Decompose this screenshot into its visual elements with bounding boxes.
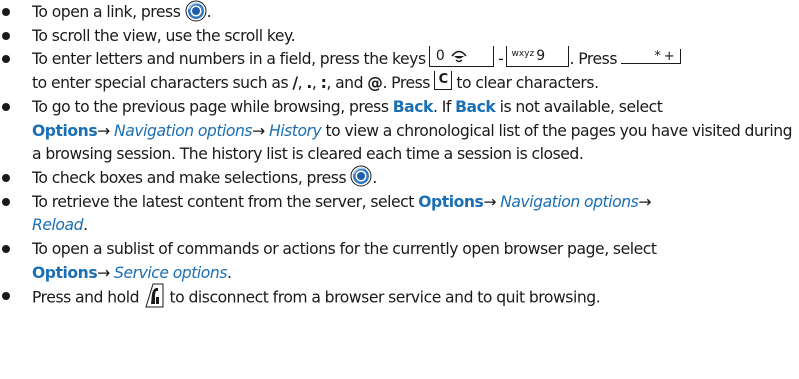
key-star: * + xyxy=(621,49,682,65)
key-zero-symbol-icon xyxy=(450,49,468,63)
item-text: To enter letters and numbers in a field,… xyxy=(32,50,426,69)
list-item: To retrieve the latest content from the … xyxy=(0,191,795,238)
navi-key-press-icon xyxy=(185,0,207,22)
command-back: Back xyxy=(392,97,434,116)
command-back: Back xyxy=(455,97,496,116)
bullet xyxy=(2,102,10,111)
command-options: Options xyxy=(418,192,484,211)
key-nine: wxyz 9 xyxy=(507,46,570,68)
list-item: To open a sublist of commands or actions… xyxy=(0,238,795,285)
option-service: Service options xyxy=(114,263,227,282)
bullet xyxy=(2,245,10,254)
instruction-list: To open a link, press . To scroll the vi… xyxy=(0,0,795,311)
key-zero: 0 xyxy=(429,46,494,68)
page: To open a link, press . To scroll the vi… xyxy=(0,0,799,379)
list-item: To enter letters and numbers in a field,… xyxy=(0,46,795,95)
list-item: To open a link, press . xyxy=(0,0,795,25)
command-options: Options xyxy=(32,263,98,282)
item-text: To scroll the view, use the scroll key. xyxy=(32,26,296,45)
option-history: History xyxy=(268,121,322,140)
end-key-icon xyxy=(143,282,165,308)
option-reload: Reload xyxy=(32,216,84,235)
bullet xyxy=(2,55,10,64)
option-navigation: Navigation options xyxy=(500,192,639,211)
list-item: Press and hold to disconnect from a brow… xyxy=(0,282,795,311)
list-item: To check boxes and make selections, pres… xyxy=(0,165,795,191)
navi-key-press-icon xyxy=(350,165,372,187)
bullet xyxy=(2,197,10,206)
key-clear: C xyxy=(434,71,453,91)
bullet xyxy=(2,8,10,16)
command-options: Options xyxy=(32,121,98,140)
bullet xyxy=(2,31,10,40)
item-text: To open a link, press xyxy=(32,3,181,21)
list-item: To go to the previous page while browsin… xyxy=(0,96,795,167)
bullet xyxy=(2,173,10,182)
bullet xyxy=(2,292,10,301)
list-item: To scroll the view, use the scroll key. xyxy=(0,25,795,49)
option-navigation: Navigation options xyxy=(114,121,253,140)
